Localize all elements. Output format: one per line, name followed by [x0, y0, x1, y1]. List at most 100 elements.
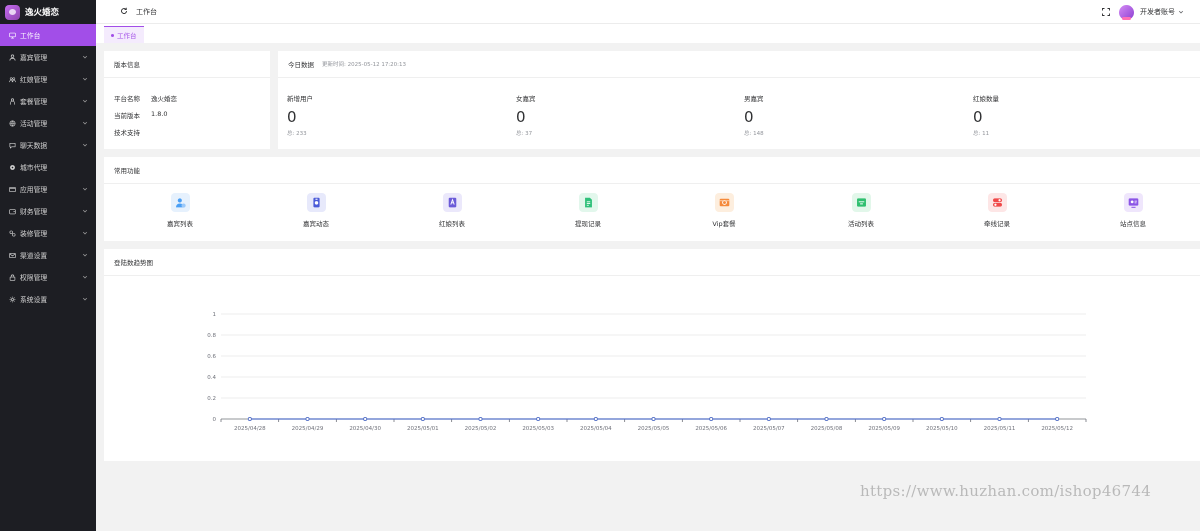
quick-link-label: 嘉宾列表	[167, 220, 193, 228]
tab-label: 工作台	[117, 32, 137, 40]
stat-female-guests: 女嘉宾 0 总: 37	[516, 93, 536, 137]
sidebar-item[interactable]: 装修管理	[0, 222, 96, 244]
data-point	[363, 416, 368, 422]
sidebar-item[interactable]: 应用管理	[0, 178, 96, 200]
sidebar-item-label: 城市代理	[20, 164, 48, 172]
site-info-icon	[1123, 193, 1143, 212]
globe-icon	[8, 119, 16, 127]
x-tick-label: 2025/05/06	[695, 426, 727, 432]
sidebar-item-label: 红娘管理	[20, 76, 48, 84]
data-point	[766, 416, 771, 422]
common-functions-card: 常用功能 嘉宾列表 嘉宾动态 红娘列表 提现记录 Vip套餐 活动列表 牵线记录 站点信息	[104, 157, 1200, 241]
lock-icon	[8, 273, 16, 281]
sidebar-item[interactable]: 聊天数据	[0, 134, 96, 156]
chevron-down-icon	[82, 230, 88, 236]
stat-matchmakers: 红娘数量 0 总: 11	[973, 93, 999, 137]
y-tick-label: 0	[213, 417, 217, 423]
sidebar-item-label: 财务管理	[20, 208, 48, 216]
avatar[interactable]	[1119, 4, 1134, 20]
sidebar-item-label: 聊天数据	[20, 142, 48, 150]
sidebar-item-label: 应用管理	[20, 186, 48, 194]
user-name[interactable]: 开发者账号	[1140, 7, 1175, 17]
tags-bar: 工作台	[96, 24, 1200, 43]
chevron-down-icon[interactable]	[1178, 9, 1184, 15]
stat-value: 0	[744, 108, 754, 126]
quick-link[interactable]: 活动列表	[831, 193, 891, 228]
refresh-icon[interactable]	[120, 7, 129, 16]
tab-dashboard[interactable]: 工作台	[104, 26, 144, 43]
data-point	[939, 416, 944, 422]
sidebar-item-label: 嘉宾管理	[20, 54, 48, 62]
today-data-card: 今日数据 更新时间: 2025-05-12 17:20:13 新增用户 0 总:…	[278, 51, 1200, 149]
sidebar: 逸火婚恋 工作台嘉宾管理红娘管理套餐管理活动管理聊天数据城市代理应用管理财务管理…	[0, 0, 96, 531]
data-point	[593, 416, 598, 422]
stat-label: 女嘉宾	[516, 95, 536, 103]
stat-total: 总: 148	[744, 131, 764, 137]
brand[interactable]: 逸火婚恋	[0, 0, 96, 24]
y-tick-label: 1	[213, 312, 217, 318]
sidebar-item[interactable]: 活动管理	[0, 112, 96, 134]
x-tick-label: 2025/05/01	[407, 426, 439, 432]
quick-link[interactable]: Vip套餐	[694, 193, 754, 228]
top-header: 工作台 开发者账号	[96, 0, 1200, 24]
stat-label: 新增用户	[287, 95, 313, 103]
sidebar-item[interactable]: 城市代理	[0, 156, 96, 178]
data-point	[824, 416, 829, 422]
stat-new-users: 新增用户 0 总: 233	[287, 93, 313, 137]
quick-link[interactable]: 站点信息	[1103, 193, 1163, 228]
wallet-icon	[8, 207, 16, 215]
common-functions-title: 常用功能	[104, 157, 1200, 184]
activity-list-icon	[851, 193, 871, 212]
quick-link-label: 活动列表	[848, 220, 874, 228]
data-point	[709, 416, 714, 422]
sidebar-item-label: 系统设置	[20, 296, 48, 304]
gear-dot-icon	[8, 163, 16, 171]
quick-link-label: 牵线记录	[984, 220, 1010, 228]
stat-value: 0	[973, 108, 983, 126]
data-point	[478, 416, 483, 422]
today-data-header: 今日数据 更新时间: 2025-05-12 17:20:13	[278, 51, 1200, 78]
chevron-down-icon	[82, 274, 88, 280]
quick-link-label: 嘉宾动态	[303, 220, 329, 228]
version-row-key: 当前版本	[114, 112, 140, 120]
data-point	[997, 416, 1002, 422]
login-trend-card: 登陆数趋势图 0 0.2 0.4 0.6 0.8 1 2025/04/28 2025/04/2…	[104, 249, 1200, 461]
sidebar-item[interactable]: 套餐管理	[0, 90, 96, 112]
fullscreen-icon[interactable]	[1102, 8, 1110, 16]
sidebar-item[interactable]: 渠道设置	[0, 244, 96, 266]
sidebar-item-label: 套餐管理	[20, 98, 48, 106]
quick-link[interactable]: 嘉宾列表	[150, 193, 210, 228]
data-point	[420, 416, 425, 422]
brush-icon	[8, 229, 16, 237]
stat-label: 男嘉宾	[744, 95, 764, 103]
group-icon	[8, 75, 16, 83]
sidebar-item[interactable]: 红娘管理	[0, 68, 96, 90]
quick-link[interactable]: 红娘列表	[422, 193, 482, 228]
today-data-title: 今日数据	[288, 61, 314, 69]
sidebar-item[interactable]: 权限管理	[0, 266, 96, 288]
sidebar-item[interactable]: 系统设置	[0, 288, 96, 310]
sidebar-item[interactable]: 工作台	[0, 24, 96, 46]
quick-link[interactable]: 牵线记录	[967, 193, 1027, 228]
version-row-value: 1.8.0	[151, 110, 168, 118]
sidebar-item-label: 权限管理	[20, 274, 48, 282]
x-tick-label: 2025/05/11	[984, 426, 1016, 432]
quick-link[interactable]: 提现记录	[558, 193, 618, 228]
chevron-down-icon	[82, 186, 88, 192]
sidebar-item[interactable]: 嘉宾管理	[0, 46, 96, 68]
sidebar-item[interactable]: 财务管理	[0, 200, 96, 222]
version-row-key: 平台名称	[114, 95, 140, 103]
chevron-down-icon	[82, 120, 88, 126]
sidebar-item-label: 工作台	[20, 32, 41, 40]
y-tick-label: 0.4	[207, 375, 216, 381]
x-tick-label: 2025/05/03	[522, 426, 554, 432]
app-title: 逸火婚恋	[25, 8, 60, 18]
data-point	[1055, 416, 1060, 422]
x-tick-label: 2025/05/05	[638, 426, 670, 432]
chevron-down-icon	[82, 54, 88, 60]
x-tick-label: 2025/05/02	[465, 426, 497, 432]
version-card: 版本信息 平台名称 逸火婚恋 当前版本 1.8.0 技术支持	[104, 51, 270, 149]
guest-list-icon	[170, 193, 190, 212]
quick-link[interactable]: 嘉宾动态	[286, 193, 346, 228]
quick-link-label: 站点信息	[1120, 220, 1146, 228]
